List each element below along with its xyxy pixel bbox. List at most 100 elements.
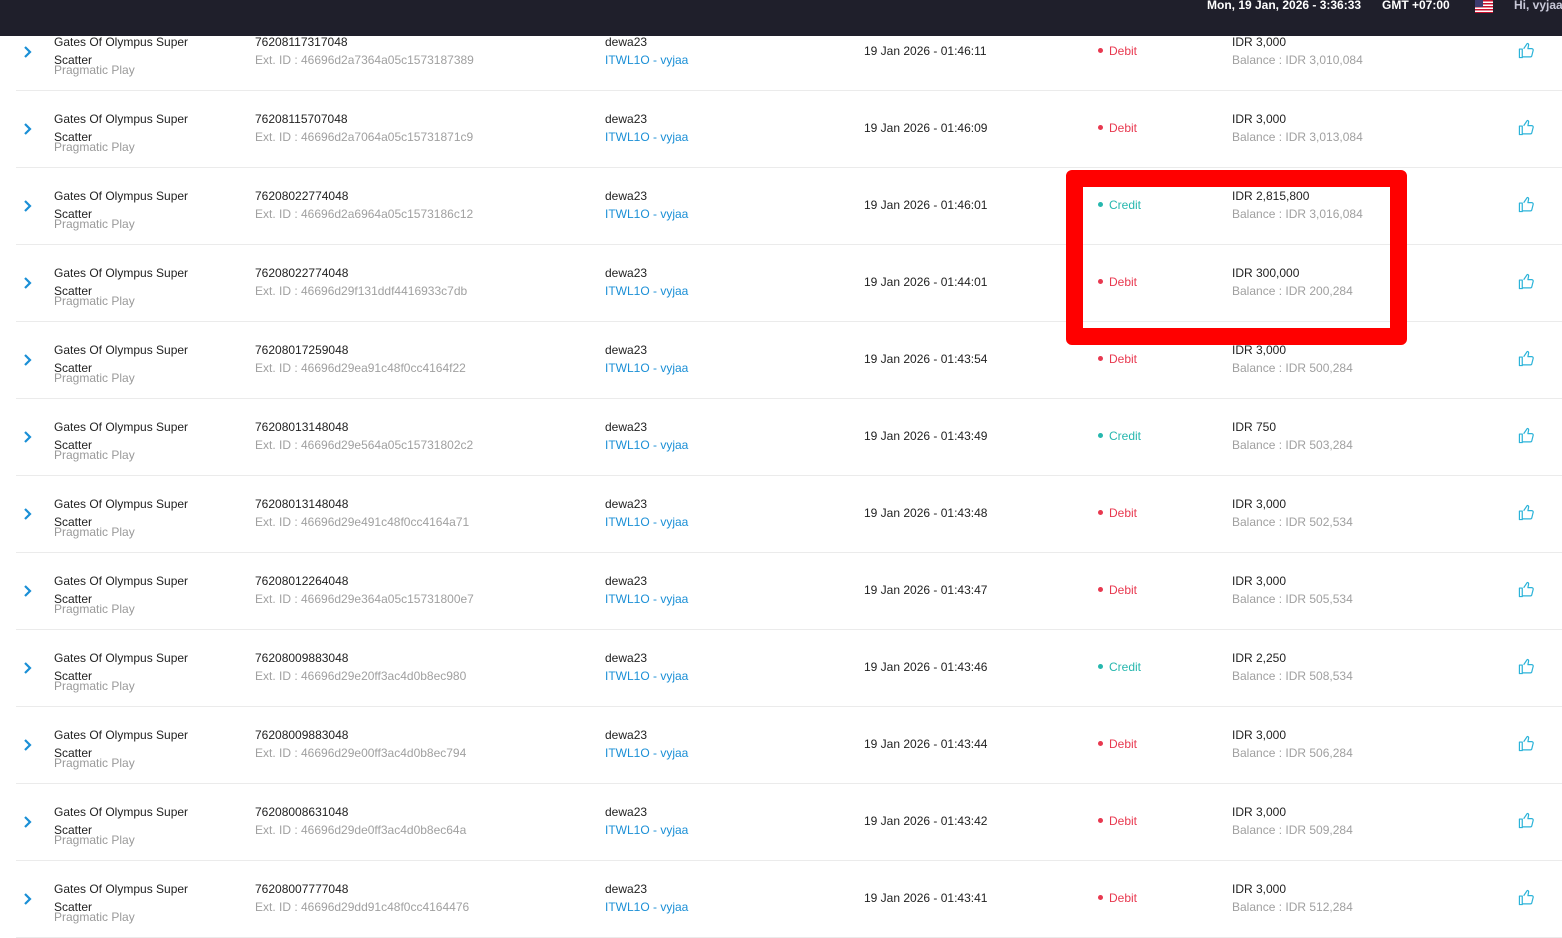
status-dot bbox=[1098, 433, 1103, 438]
transaction-date: 19 Jan 2026 - 01:43:48 bbox=[864, 506, 988, 520]
agent-link[interactable]: ITWL1O - vyjaa bbox=[605, 207, 688, 221]
us-flag-icon[interactable] bbox=[1475, 0, 1493, 13]
game-provider: Pragmatic Play bbox=[54, 602, 135, 616]
transaction-type-label: Debit bbox=[1109, 44, 1138, 58]
chevron-right-icon[interactable] bbox=[22, 507, 34, 521]
game-provider: Pragmatic Play bbox=[54, 756, 135, 770]
chevron-right-icon[interactable] bbox=[22, 199, 34, 213]
game-provider: Pragmatic Play bbox=[54, 525, 135, 539]
thumbs-up-icon[interactable] bbox=[1518, 812, 1535, 829]
transaction-type-label: Debit bbox=[1109, 121, 1138, 135]
chevron-right-icon[interactable] bbox=[22, 584, 34, 598]
transaction-type-label: Credit bbox=[1109, 429, 1142, 443]
user-greeting[interactable]: Hi, vyjaa bbox=[1514, 0, 1562, 12]
thumbs-up-icon[interactable] bbox=[1518, 350, 1535, 367]
transaction-type: Debit bbox=[1098, 583, 1137, 597]
transaction-type: Credit bbox=[1098, 429, 1141, 443]
agent-link[interactable]: ITWL1O - vyjaa bbox=[605, 130, 688, 144]
thumbs-up-icon[interactable] bbox=[1518, 889, 1535, 906]
chevron-right-icon[interactable] bbox=[22, 892, 34, 906]
balance-after: Balance : IDR 503,284 bbox=[1232, 438, 1353, 452]
transaction-amount: IDR 750 bbox=[1232, 420, 1277, 434]
agent-link[interactable]: ITWL1O - vyjaa bbox=[605, 53, 688, 67]
transaction-date: 19 Jan 2026 - 01:46:09 bbox=[864, 121, 988, 135]
agent-link[interactable]: ITWL1O - vyjaa bbox=[605, 515, 688, 529]
chevron-right-icon[interactable] bbox=[22, 276, 34, 290]
transaction-id: 76208022774048 bbox=[255, 189, 349, 203]
username: dewa23 bbox=[605, 189, 648, 203]
username: dewa23 bbox=[605, 651, 648, 665]
thumbs-up-icon[interactable] bbox=[1518, 504, 1535, 521]
external-id: Ext. ID : 46696d29e20ff3ac4d0b8ec980 bbox=[255, 669, 467, 683]
transaction-type-label: Debit bbox=[1109, 737, 1138, 751]
transaction-id: 76208115707048 bbox=[255, 112, 348, 126]
username: dewa23 bbox=[605, 805, 648, 819]
agent-link[interactable]: ITWL1O - vyjaa bbox=[605, 669, 688, 683]
transaction-amount: IDR 3,000 bbox=[1232, 805, 1287, 819]
transaction-amount: IDR 3,000 bbox=[1232, 343, 1287, 357]
game-provider: Pragmatic Play bbox=[54, 448, 135, 462]
transaction-amount: IDR 2,815,800 bbox=[1232, 189, 1310, 203]
external-id: Ext. ID : 46696d29f131ddf4416933c7db bbox=[255, 284, 468, 298]
balance-after: Balance : IDR 3,016,084 bbox=[1232, 207, 1363, 221]
balance-after: Balance : IDR 508,534 bbox=[1232, 669, 1353, 683]
table-row: Gates Of Olympus Super Scatter Pragmatic… bbox=[16, 322, 1562, 399]
thumbs-up-icon[interactable] bbox=[1518, 658, 1535, 675]
agent-link[interactable]: ITWL1O - vyjaa bbox=[605, 438, 688, 452]
transaction-id: 76208022774048 bbox=[255, 266, 349, 280]
transaction-type: Debit bbox=[1098, 506, 1137, 520]
transaction-date: 19 Jan 2026 - 01:43:54 bbox=[864, 352, 988, 366]
chevron-right-icon[interactable] bbox=[22, 661, 34, 675]
transaction-date: 19 Jan 2026 - 01:46:11 bbox=[864, 44, 987, 58]
agent-link[interactable]: ITWL1O - vyjaa bbox=[605, 361, 688, 375]
transaction-id: 76208017259048 bbox=[255, 343, 349, 357]
thumbs-up-icon[interactable] bbox=[1518, 427, 1535, 444]
transaction-type-label: Credit bbox=[1109, 198, 1142, 212]
chevron-right-icon[interactable] bbox=[22, 45, 34, 59]
status-dot bbox=[1098, 741, 1103, 746]
thumbs-up-icon[interactable] bbox=[1518, 735, 1535, 752]
table-row: Gates Of Olympus Super Scatter Pragmatic… bbox=[16, 399, 1562, 476]
status-dot bbox=[1098, 587, 1103, 592]
agent-link[interactable]: ITWL1O - vyjaa bbox=[605, 592, 688, 606]
thumbs-up-icon[interactable] bbox=[1518, 42, 1535, 59]
top-bar: Mon, 19 Jan, 2026 - 3:36:33 GMT +07:00 H… bbox=[0, 0, 1562, 36]
table-row: Gates Of Olympus Super Scatter Pragmatic… bbox=[16, 91, 1562, 168]
transaction-type-label: Debit bbox=[1109, 506, 1138, 520]
external-id: Ext. ID : 46696d29e491c48f0cc4164a71 bbox=[255, 515, 470, 529]
transaction-amount: IDR 3,000 bbox=[1232, 882, 1287, 896]
transaction-type-label: Debit bbox=[1109, 275, 1138, 289]
game-provider: Pragmatic Play bbox=[54, 294, 135, 308]
chevron-right-icon[interactable] bbox=[22, 430, 34, 444]
transaction-date: 19 Jan 2026 - 01:43:46 bbox=[864, 660, 988, 674]
transaction-type: Credit bbox=[1098, 198, 1141, 212]
transaction-type-label: Debit bbox=[1109, 814, 1138, 828]
transaction-amount: IDR 3,000 bbox=[1232, 497, 1287, 511]
thumbs-up-icon[interactable] bbox=[1518, 196, 1535, 213]
external-id: Ext. ID : 46696d29de0ff3ac4d0b8ec64a bbox=[255, 823, 467, 837]
agent-link[interactable]: ITWL1O - vyjaa bbox=[605, 900, 688, 914]
username: dewa23 bbox=[605, 497, 648, 511]
transaction-date: 19 Jan 2026 - 01:46:01 bbox=[864, 198, 988, 212]
transaction-date: 19 Jan 2026 - 01:43:49 bbox=[864, 429, 988, 443]
chevron-right-icon[interactable] bbox=[22, 815, 34, 829]
thumbs-up-icon[interactable] bbox=[1518, 273, 1535, 290]
transaction-type-label: Debit bbox=[1109, 583, 1138, 597]
chevron-right-icon[interactable] bbox=[22, 353, 34, 367]
chevron-right-icon[interactable] bbox=[22, 738, 34, 752]
agent-link[interactable]: ITWL1O - vyjaa bbox=[605, 746, 688, 760]
transaction-date: 19 Jan 2026 - 01:43:41 bbox=[864, 891, 988, 905]
balance-after: Balance : IDR 512,284 bbox=[1232, 900, 1353, 914]
thumbs-up-icon[interactable] bbox=[1518, 581, 1535, 598]
transaction-type-label: Debit bbox=[1109, 352, 1138, 366]
transaction-type: Debit bbox=[1098, 121, 1137, 135]
agent-link[interactable]: ITWL1O - vyjaa bbox=[605, 823, 688, 837]
username: dewa23 bbox=[605, 112, 648, 126]
transaction-amount: IDR 2,250 bbox=[1232, 651, 1287, 665]
agent-link[interactable]: ITWL1O - vyjaa bbox=[605, 284, 688, 298]
thumbs-up-icon[interactable] bbox=[1518, 119, 1535, 136]
chevron-right-icon[interactable] bbox=[22, 122, 34, 136]
transaction-id: 76208012264048 bbox=[255, 574, 349, 588]
username: dewa23 bbox=[605, 882, 648, 896]
transaction-id: 76208117317048 bbox=[255, 35, 348, 49]
